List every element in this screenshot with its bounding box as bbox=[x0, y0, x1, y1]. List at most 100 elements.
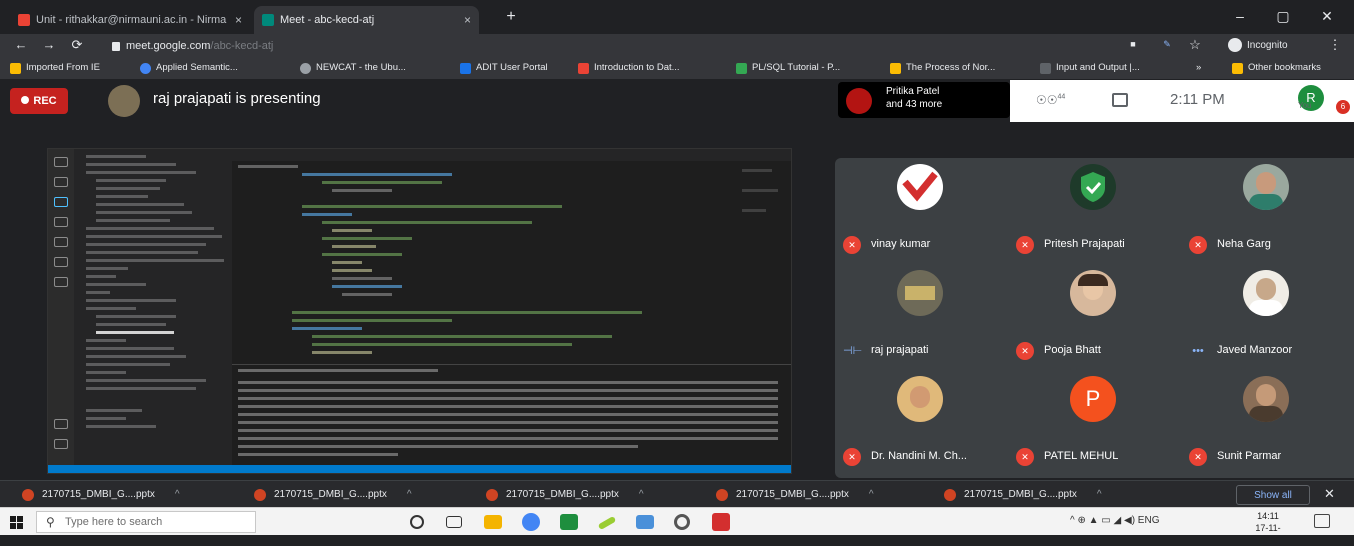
bookmark-item[interactable]: Applied Semantic... bbox=[140, 62, 238, 74]
download-item[interactable]: 2170715_DMBI_G....pptx ^ bbox=[254, 486, 412, 504]
avatar bbox=[1070, 164, 1116, 210]
participant-tile[interactable]: ✕ Dr. Nandini M. Ch... bbox=[835, 370, 1008, 473]
download-item[interactable]: 2170715_DMBI_G....pptx ^ bbox=[486, 486, 644, 504]
url-field[interactable]: meet.google.com/abc-kecd-atj bbox=[112, 37, 1112, 55]
bookmark-item[interactable]: NEWCAT - the Ubu... bbox=[300, 62, 406, 74]
settings-icon[interactable] bbox=[674, 514, 690, 530]
pen-icon[interactable] bbox=[597, 515, 617, 531]
participant-tile[interactable]: ✕ Pritesh Prajapati bbox=[1008, 158, 1181, 261]
maximize-button[interactable]: ▢ bbox=[1268, 8, 1298, 25]
incognito-indicator[interactable]: Incognito bbox=[1228, 37, 1288, 55]
people-icon[interactable]: ☉☉44 bbox=[1036, 91, 1065, 107]
close-window-button[interactable]: ✕ bbox=[1312, 8, 1342, 25]
participant-name: Pritika Patel bbox=[886, 86, 940, 97]
download-shelf: 2170715_DMBI_G....pptx ^ 2170715_DMBI_G..… bbox=[0, 480, 1354, 507]
acrobat-icon[interactable] bbox=[712, 513, 730, 531]
bookmark-item[interactable]: ADIT User Portal bbox=[460, 62, 548, 74]
participant-tile[interactable]: ⊣⊢ raj prajapati bbox=[835, 264, 1008, 367]
close-shelf-button[interactable]: ✕ bbox=[1324, 486, 1335, 502]
avatar bbox=[897, 270, 943, 316]
taskbar-time: 14:11 bbox=[1257, 511, 1279, 521]
editor-tabs bbox=[232, 149, 791, 161]
participant-tile[interactable]: ✕ vinay kumar bbox=[835, 158, 1008, 261]
download-item[interactable]: 2170715_DMBI_G....pptx ^ bbox=[944, 486, 1102, 504]
task-view-icon[interactable] bbox=[446, 516, 462, 528]
chevron-up-icon[interactable]: ^ bbox=[869, 489, 874, 500]
participant-name: Sunit Parmar bbox=[1217, 450, 1282, 462]
browser-tab-meet[interactable]: Meet - abc-kecd-atj × bbox=[254, 6, 479, 34]
people-count: 44 bbox=[1057, 93, 1066, 101]
key-icon[interactable]: ✎ bbox=[1158, 39, 1176, 50]
url-host: meet.google.com bbox=[126, 40, 211, 52]
forward-button[interactable]: → bbox=[40, 37, 58, 52]
meeting-clock: 2:11 PM bbox=[1170, 91, 1225, 108]
file-explorer-icon[interactable] bbox=[484, 515, 502, 529]
chat-icon[interactable] bbox=[1112, 93, 1128, 107]
taskbar-clock[interactable]: 14:11 17-11-2020 bbox=[1248, 510, 1288, 546]
bookmark-item[interactable]: Imported From IE bbox=[10, 62, 100, 74]
site-icon bbox=[140, 63, 151, 74]
show-all-button[interactable]: Show all bbox=[1236, 485, 1310, 505]
new-tab-button[interactable]: + bbox=[496, 8, 526, 26]
chevron-up-icon[interactable]: ^ bbox=[175, 489, 180, 500]
participant-name: vinay kumar bbox=[871, 238, 931, 250]
bookmark-item[interactable]: The Process of Nor... bbox=[890, 62, 995, 74]
tab-title: Unit - rithakkar@nirmauni.ac.in - Nirma bbox=[36, 14, 227, 26]
participant-tile[interactable]: P ✕ PATEL MEHUL bbox=[1008, 370, 1181, 473]
minimize-button[interactable]: – bbox=[1225, 8, 1255, 24]
other-bookmarks[interactable]: Other bookmarks bbox=[1232, 62, 1321, 74]
reload-button[interactable]: ⟳ bbox=[68, 37, 86, 53]
vscode-editor bbox=[232, 149, 791, 364]
download-item[interactable]: 2170715_DMBI_G....pptx ^ bbox=[716, 486, 874, 504]
camera-blocked-icon[interactable]: ■ bbox=[1124, 39, 1142, 49]
shield-icon bbox=[1081, 172, 1105, 202]
chevron-up-icon[interactable]: ^ bbox=[639, 489, 644, 500]
download-item[interactable]: 2170715_DMBI_G....pptx ^ bbox=[22, 486, 180, 504]
avatar bbox=[897, 164, 943, 210]
close-tab-icon[interactable]: × bbox=[235, 6, 242, 34]
participant-tile[interactable]: ••• Javed Manzoor bbox=[1181, 264, 1354, 367]
vscode-activity-bar bbox=[48, 149, 74, 465]
chrome-menu-icon[interactable]: ⋮ bbox=[1326, 37, 1344, 53]
participant-tile[interactable]: ✕ Sunit Parmar bbox=[1181, 370, 1354, 473]
bookmark-item[interactable]: Introduction to Dat... bbox=[578, 62, 680, 74]
participant-name: Pooja Bhatt bbox=[1044, 344, 1101, 356]
participant-tile[interactable]: ✕ Pooja Bhatt bbox=[1008, 264, 1181, 367]
mic-muted-icon: ✕ bbox=[843, 236, 861, 254]
pptx-file-icon bbox=[254, 489, 266, 501]
chrome-icon[interactable] bbox=[522, 513, 540, 531]
browser-tab-mail[interactable]: Unit - rithakkar@nirmauni.ac.in - Nirma … bbox=[10, 6, 250, 34]
participant-tile[interactable]: ✕ Neha Garg bbox=[1181, 158, 1354, 261]
record-dot-icon bbox=[21, 96, 30, 104]
windows-start-icon[interactable] bbox=[10, 516, 23, 529]
back-button[interactable]: ← bbox=[12, 37, 30, 52]
excel-icon[interactable] bbox=[560, 514, 578, 530]
avatar bbox=[897, 376, 943, 422]
store-icon[interactable] bbox=[636, 515, 654, 529]
taskbar-search-input[interactable]: ⚲ Type here to search bbox=[36, 511, 256, 533]
cortana-icon[interactable] bbox=[410, 515, 424, 529]
debug-icon bbox=[54, 217, 68, 227]
pptx-file-icon bbox=[716, 489, 728, 501]
notification-center-icon[interactable] bbox=[1314, 514, 1330, 528]
bookmark-item[interactable]: PL/SQL Tutorial - P... bbox=[736, 62, 840, 74]
participant-grid: ✕ vinay kumar ✕ Pritesh Prajapati ✕ Neha… bbox=[835, 158, 1354, 478]
presenting-icon: ⊣⊢ bbox=[843, 345, 863, 357]
bookmark-star-icon[interactable]: ☆ bbox=[1186, 37, 1204, 53]
bookmarks-overflow-button[interactable]: » bbox=[1196, 62, 1201, 73]
mic-muted-icon: ✕ bbox=[843, 448, 861, 466]
checkmark-logo-icon bbox=[902, 171, 938, 202]
mic-muted-icon: ✕ bbox=[1016, 448, 1034, 466]
avatar bbox=[1070, 270, 1116, 316]
chevron-up-icon[interactable]: ^ bbox=[407, 489, 412, 500]
chevron-up-icon[interactable]: ^ bbox=[1097, 489, 1102, 500]
participant-chip[interactable]: Pritika Patel and 43 more bbox=[838, 82, 1010, 118]
avatar bbox=[1243, 270, 1289, 316]
close-tab-icon[interactable]: × bbox=[464, 6, 471, 34]
source-control-icon bbox=[54, 197, 68, 207]
meet-top-bar: REC raj prajapati is presenting Pritika … bbox=[0, 80, 1354, 122]
search-icon bbox=[54, 177, 68, 187]
mail-icon bbox=[18, 14, 30, 26]
system-tray[interactable]: ^ ⊕ ▲ ▭ ◢ ◀) ENG bbox=[1070, 515, 1159, 526]
bookmark-item[interactable]: Input and Output |... bbox=[1040, 62, 1140, 74]
